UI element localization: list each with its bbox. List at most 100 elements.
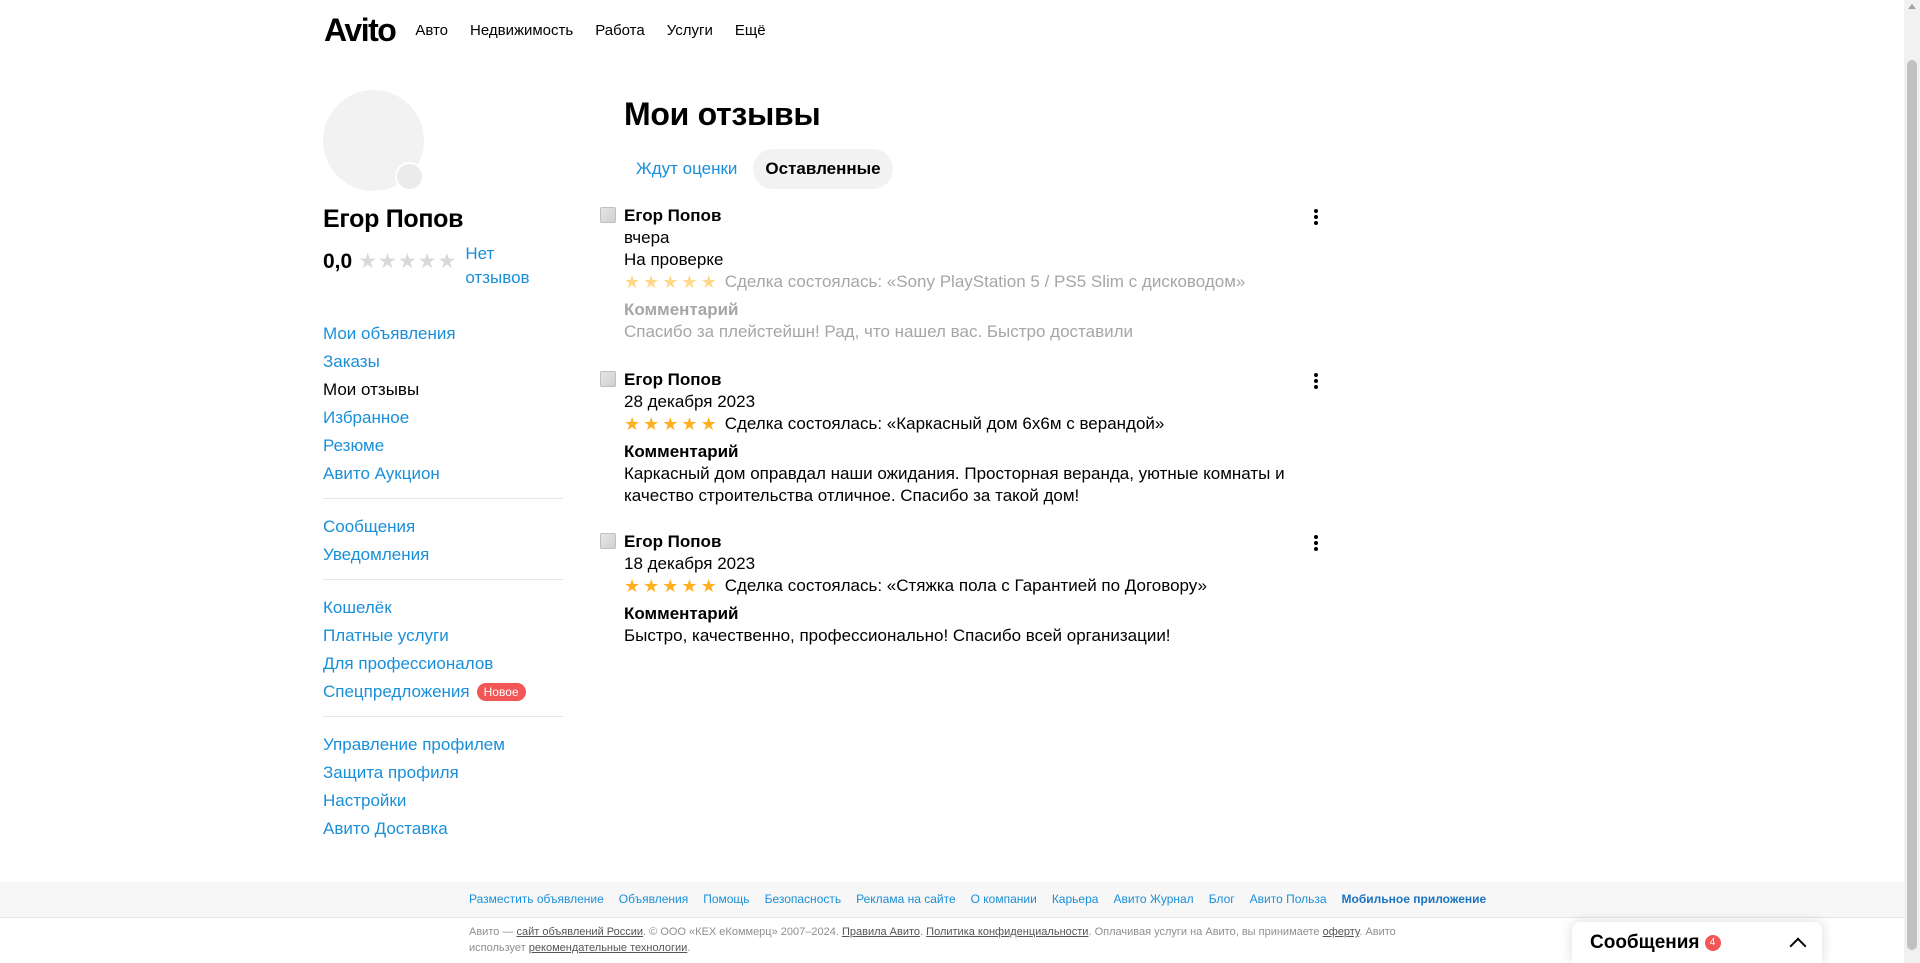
legal-link-rules[interactable]: Правила Авито [842,926,920,938]
sidebar-menu-group: Кошелёк Платные услуги Для профессионалов С… [323,580,563,717]
review-tabs: Ждут оценки Оставленные [624,149,1320,189]
header: Avito Авто Недвижимость Работа Услуги Ещ… [324,0,788,60]
review-card: Егор Попов 28 декабря 2023 ★ ★ ★ ★ ★ Сделка сос… [600,369,1320,507]
messages-widget[interactable]: Сообщения 4 [1572,922,1822,963]
sidebar-item-label: Платные услуги [323,626,449,645]
more-options-icon[interactable] [1306,371,1326,391]
more-options-icon[interactable] [1306,533,1326,553]
star-icon: ★ [700,414,717,434]
sidebar-item[interactable]: Управление профилем [323,731,563,759]
star-icon: ★ [397,250,417,273]
sidebar-item[interactable]: Сообщения [323,513,563,541]
sidebar-item[interactable]: Кошелёк [323,594,563,622]
review-date: вчера [624,228,670,247]
avatar[interactable] [323,90,424,191]
sidebar-item[interactable]: Авито Аукцион [323,460,563,488]
sidebar-item[interactable]: Избранное [323,404,563,432]
sidebar-item-label: Мои объявления [323,324,456,343]
no-reviews-link[interactable]: Нет отзывов [465,242,545,290]
avito-logo[interactable]: Avito [324,14,397,46]
nav-realty[interactable]: Недвижимость [470,22,573,39]
review-card: Егор Попов 18 декабря 2023 ★ ★ ★ ★ ★ Сделка сос… [600,531,1320,647]
nav-auto[interactable]: Авто [415,22,448,39]
footer-link[interactable]: Авито Журнал [1113,892,1193,906]
new-badge: Новое [476,683,526,701]
star-icon: ★ [681,272,698,292]
review-date: 18 декабря 2023 [624,554,756,573]
sidebar-menu-group: Сообщения Уведомления [323,499,563,580]
sidebar-item-label: Авито Аукцион [323,464,440,483]
nav-more[interactable]: Ещё [735,22,766,39]
sidebar-menu-group: Управление профилем Защита профиля Настрой… [323,717,563,853]
star-icon: ★ [681,576,698,596]
messages-count-badge: 4 [1704,934,1721,951]
sidebar-item[interactable]: Спецпредложения Новое [323,678,563,706]
chevron-up-icon[interactable] [1789,937,1807,954]
star-icon: ★ [437,250,457,273]
footer-link[interactable]: Безопасность [765,892,842,906]
star-icon: ★ [700,272,717,292]
sidebar-menu: Мои объявления Заказы Мои отзывы Избранное Р… [323,306,563,853]
comment-text: Каркасный дом оправдал наши ожидания. Пр… [624,464,1285,505]
sidebar-item[interactable]: Платные услуги [323,622,563,650]
reviewer-name: Егор Попов [624,532,722,551]
footer-link[interactable]: Авито Польза [1250,892,1327,906]
sidebar-item[interactable]: Авито Доставка [323,815,563,843]
legal-link-site[interactable]: сайт объявлений России [516,926,643,938]
tab-left[interactable]: Оставленные [753,149,893,189]
comment-label: Комментарий [624,300,739,319]
sidebar-item[interactable]: Для профессионалов [323,650,563,678]
nav-jobs[interactable]: Работа [595,22,645,39]
sidebar-item-label: Спецпредложения [323,682,470,701]
footer-top: Разместить объявление Объявления Помощь Без… [0,882,1904,918]
footer-link[interactable]: Блог [1209,892,1235,906]
review-date: 28 декабря 2023 [624,392,756,411]
star-icon: ★ [624,576,641,596]
sidebar-item[interactable]: Уведомления [323,541,563,569]
footer-link[interactable]: Мобильное приложение [1342,892,1487,906]
footer-link[interactable]: Разместить объявление [469,892,604,906]
legal-link-recommendations[interactable]: рекомендательные технологии [529,942,688,954]
reviewer-avatar-image [600,371,616,387]
sidebar-item-label: Авито Доставка [323,819,448,838]
sidebar-item[interactable]: Резюме [323,432,563,460]
star-icon: ★ [417,250,437,273]
star-icon: ★ [681,414,698,434]
footer-link[interactable]: Реклама на сайте [856,892,956,906]
sidebar-item-label: Для профессионалов [323,654,494,673]
sidebar-item-label: Мои отзывы [323,380,420,399]
star-icon: ★ [662,272,679,292]
star-icon: ★ [662,576,679,596]
scroll-thumb[interactable] [1907,60,1917,950]
footer-link[interactable]: Помощь [703,892,749,906]
sidebar-item[interactable]: Настройки [323,787,563,815]
star-icon: ★ [643,272,660,292]
nav-services[interactable]: Услуги [667,22,713,39]
sidebar-item[interactable]: Мои отзывы [323,376,563,404]
deal-description: Сделка состоялась: «Каркасный дом 6х6м с… [724,414,1165,433]
star-icon: ★ [643,576,660,596]
star-icon: ★ [643,414,660,434]
sidebar-item-label: Защита профиля [323,763,459,782]
sidebar-item[interactable]: Защита профиля [323,759,563,787]
sidebar-menu-group: Мои объявления Заказы Мои отзывы Избранное Р… [323,306,563,499]
footer-link[interactable]: О компании [971,892,1037,906]
sidebar-item[interactable]: Заказы [323,348,563,376]
comment-text: Спасибо за плейстейшн! Рад, что нашел ва… [624,322,1134,341]
page-scrollbar[interactable] [1904,0,1920,963]
footer-link[interactable]: Объявления [619,892,688,906]
sidebar-item[interactable]: Мои объявления [323,320,563,348]
footer-link[interactable]: Карьера [1052,892,1099,906]
review-rating: ★ ★ ★ ★ ★ Сделка состоялась: «Каркасный дом 6… [624,413,1320,435]
scroll-up-arrow-icon[interactable] [1908,4,1916,9]
reviewer-avatar-image [600,533,616,549]
legal-link-privacy[interactable]: Политика конфиденциальности [926,926,1088,938]
review-body: Егор Попов 28 декабря 2023 ★ ★ ★ ★ ★ Сделка сос… [624,369,1320,507]
review-rating: ★ ★ ★ ★ ★ Сделка состоялась: «Стяжка пола с Г… [624,575,1320,597]
comment-text: Быстро, качественно, профессионально! Сп… [624,626,1171,645]
legal-link-offer[interactable]: оферту [1323,926,1360,938]
main-content: Мои отзывы Ждут оценки Оставленные Егор … [600,96,1320,671]
tab-pending[interactable]: Ждут оценки [624,149,749,189]
sidebar-item-label: Резюме [323,436,385,455]
more-options-icon[interactable] [1306,207,1326,227]
